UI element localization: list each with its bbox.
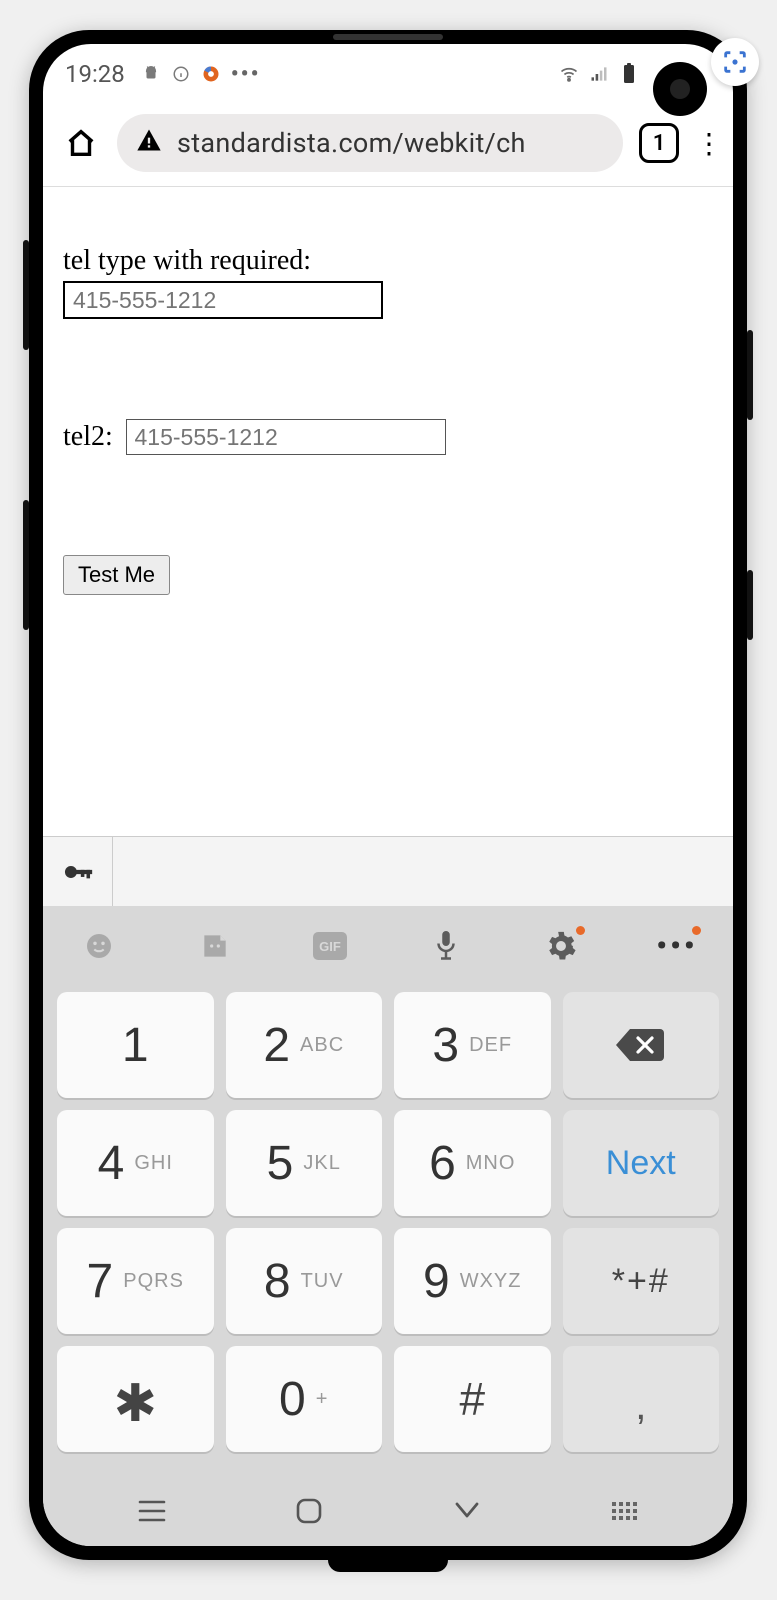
signal-icon [589, 64, 609, 84]
status-bar: 19:28 ••• [43, 44, 733, 104]
key-4[interactable]: 4GHI [57, 1110, 214, 1216]
key-backspace[interactable] [563, 992, 720, 1098]
soft-keyboard: GIF ••• 1 2ABC [43, 906, 733, 1476]
info-icon [171, 64, 191, 84]
phone-frame: 19:28 ••• [29, 30, 747, 1560]
web-page-content: tel type with required: tel2: Test Me [43, 187, 733, 836]
tel2-label: tel2: [63, 421, 113, 452]
key-star[interactable]: ✱ [57, 1346, 214, 1452]
key-6[interactable]: 6MNO [394, 1110, 551, 1216]
clock-time: 19:28 [65, 60, 125, 88]
url-text: standardista.com/webkit/ch [177, 127, 526, 159]
tel2-input[interactable] [126, 419, 446, 455]
tabs-button[interactable]: 1 [639, 123, 679, 163]
more-notifications-icon: ••• [231, 62, 261, 87]
key-3[interactable]: 3DEF [394, 992, 551, 1098]
mic-icon[interactable] [424, 924, 468, 968]
screenshot-crop-icon[interactable] [711, 38, 759, 86]
sticker-icon[interactable] [193, 924, 237, 968]
wifi-icon [559, 64, 579, 84]
url-bar[interactable]: standardista.com/webkit/ch [117, 114, 623, 172]
key-8[interactable]: 8TUV [226, 1228, 383, 1334]
keyboard-more-icon[interactable]: ••• [655, 924, 699, 968]
android-nav-bar [43, 1476, 733, 1546]
recent-apps-button[interactable] [122, 1498, 182, 1524]
home-button[interactable] [61, 126, 101, 160]
key-1[interactable]: 1 [57, 992, 214, 1098]
key-5[interactable]: 5JKL [226, 1110, 383, 1216]
android-icon [141, 64, 161, 84]
keyboard-toggle-icon [612, 1502, 637, 1520]
emoji-icon[interactable] [77, 924, 121, 968]
home-nav-button[interactable] [279, 1496, 339, 1526]
browser-swirl-icon [201, 64, 221, 84]
tel1-input[interactable] [63, 281, 383, 319]
password-key-icon[interactable] [43, 837, 113, 906]
browser-toolbar: standardista.com/webkit/ch 1 ⋮ [43, 104, 733, 187]
test-me-button[interactable]: Test Me [63, 555, 170, 595]
svg-text:GIF: GIF [319, 939, 341, 954]
not-secure-icon [135, 126, 163, 161]
key-hash[interactable]: # [394, 1346, 551, 1452]
key-symbols[interactable]: *+# [563, 1228, 720, 1334]
keyboard-suggestion-bar [43, 836, 733, 906]
battery-icon [619, 64, 639, 84]
key-9[interactable]: 9WXYZ [394, 1228, 551, 1334]
key-next[interactable]: Next [563, 1110, 720, 1216]
tab-count: 1 [653, 131, 666, 156]
browser-menu-button[interactable]: ⋮ [695, 127, 715, 160]
backspace-icon [614, 1025, 668, 1065]
keyboard-toggle-button[interactable] [594, 1502, 654, 1520]
back-nav-button[interactable] [437, 1500, 497, 1522]
tel1-label: tel type with required: [63, 245, 713, 277]
suggestion-area[interactable] [113, 837, 733, 906]
gif-icon[interactable]: GIF [308, 924, 352, 968]
key-7[interactable]: 7PQRS [57, 1228, 214, 1334]
key-2[interactable]: 2ABC [226, 992, 383, 1098]
keyboard-settings-icon[interactable] [539, 924, 583, 968]
front-camera [653, 62, 707, 116]
key-comma[interactable]: , [563, 1346, 720, 1452]
key-0[interactable]: 0+ [226, 1346, 383, 1452]
